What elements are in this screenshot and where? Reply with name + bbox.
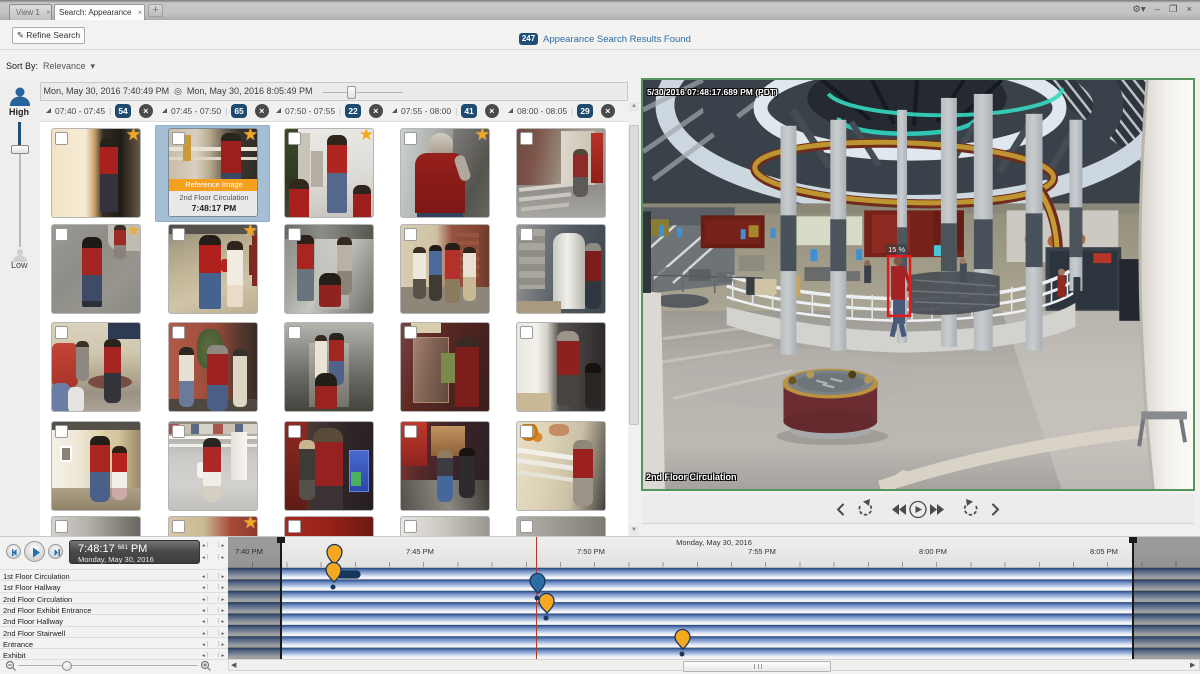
svg-text:15 %: 15 %	[888, 245, 905, 254]
